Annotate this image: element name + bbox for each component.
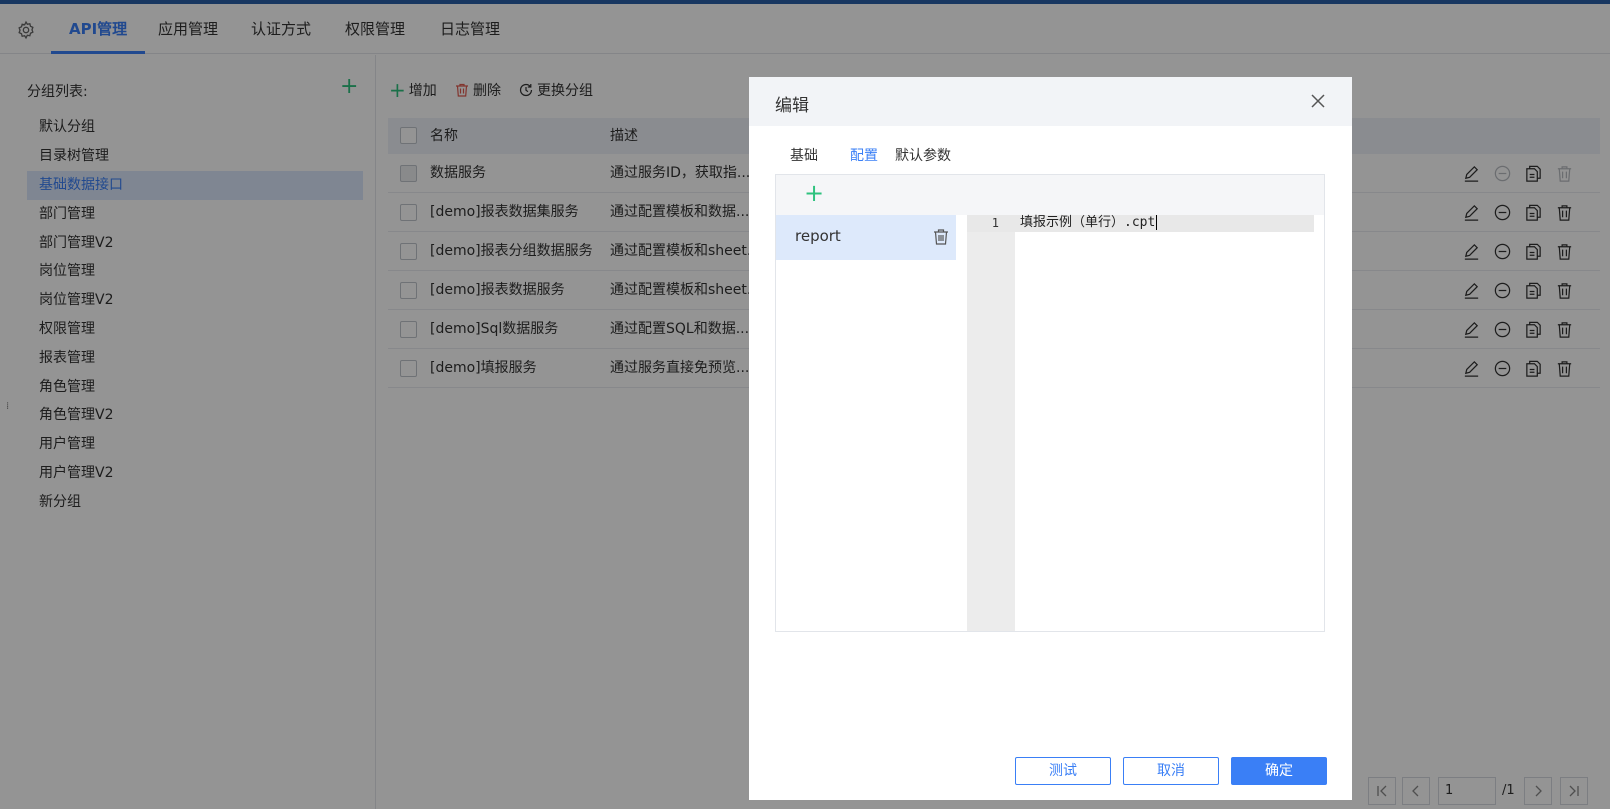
code-editor[interactable]: 填报示例（单行）.cpt (1020, 213, 1158, 233)
confirm-button[interactable]: 确定 (1231, 757, 1327, 785)
config-item-label: report (795, 227, 841, 245)
trash-icon[interactable] (932, 228, 950, 246)
config-list-item[interactable]: report (776, 215, 956, 260)
dialog-tab-config[interactable]: 配置 (850, 145, 878, 165)
add-config-icon[interactable]: + (804, 181, 824, 205)
dialog-tab-basic[interactable]: 基础 (790, 145, 818, 165)
text-caret (1156, 215, 1158, 230)
edit-dialog: 编辑 基础 配置 默认参数 + report 1 填报示例（单行）.cpt 测试… (749, 77, 1352, 800)
dialog-title: 编辑 (775, 96, 809, 116)
dialog-header: 编辑 (749, 77, 1352, 126)
cancel-button[interactable]: 取消 (1123, 757, 1219, 785)
test-button[interactable]: 测试 (1015, 757, 1111, 785)
close-icon[interactable] (1309, 92, 1327, 110)
code-gutter (967, 215, 1015, 631)
config-toolbar: + (776, 175, 1324, 215)
dialog-tab-default-params[interactable]: 默认参数 (895, 145, 951, 165)
code-line-text: 填报示例（单行）.cpt (1020, 215, 1156, 230)
line-number: 1 (991, 216, 999, 230)
config-panel: + report 1 填报示例（单行）.cpt (775, 174, 1325, 632)
